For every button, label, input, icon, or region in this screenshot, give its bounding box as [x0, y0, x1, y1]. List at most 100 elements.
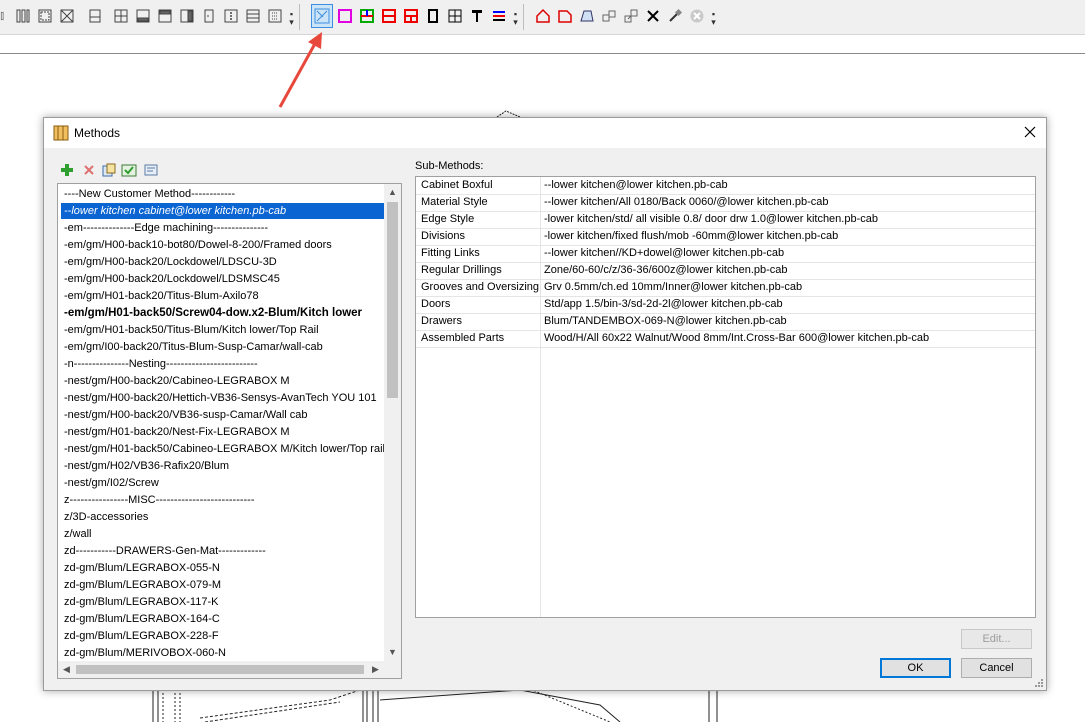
- method-list-item[interactable]: zd-gm/Blum/LEGRABOX-117-K: [61, 594, 385, 610]
- method-list-item[interactable]: -em--------------Edge machining---------…: [61, 220, 385, 236]
- trapezoid-icon[interactable]: [578, 6, 596, 26]
- edit-button[interactable]: Edit...: [961, 629, 1032, 649]
- method-list-item[interactable]: zd-gm/Blum/MERIVOBOX-060-N: [61, 645, 385, 661]
- method-list-item[interactable]: -nest/gm/H01-back50/Cabineo-LEGRABOX M/K…: [61, 441, 385, 457]
- method-list-item[interactable]: -em/gm/H00-back10-bot80/Dowel-8-200/Fram…: [61, 237, 385, 253]
- method-list-item[interactable]: -nest/gm/I02/Screw: [61, 475, 385, 491]
- method-list-item[interactable]: z/wall: [61, 526, 385, 542]
- panel-icon[interactable]: [86, 6, 104, 26]
- scroll-left-icon[interactable]: ◀: [58, 661, 75, 678]
- shape-icon[interactable]: [556, 6, 574, 26]
- edit-method-icon[interactable]: [121, 162, 137, 178]
- method-list-item[interactable]: zd-gm/Blum/LEGRABOX-228-F: [61, 628, 385, 644]
- color-lines-icon[interactable]: [490, 6, 508, 26]
- scroll-up-icon[interactable]: ▲: [384, 184, 401, 201]
- sub-method-row[interactable]: Fitting Links --lower kitchen//KD+dowel@l…: [416, 245, 1035, 263]
- method-list-item[interactable]: -em/gm/I00-back20/Titus-Blum-Susp-Camar/…: [61, 339, 385, 355]
- split-icon[interactable]: [112, 6, 130, 26]
- title-bar[interactable]: Methods: [44, 118, 1046, 148]
- red-quad-icon[interactable]: [402, 6, 420, 26]
- pin-icon[interactable]: [644, 6, 662, 26]
- dots-icon[interactable]: [222, 6, 240, 26]
- method-list-item[interactable]: zd-gm/Blum/LEGRABOX-079-M: [61, 577, 385, 593]
- sub-method-row[interactable]: Doors Std/app 1.5/bin-3/sd-2d-2l@lower ki…: [416, 296, 1035, 314]
- sub-method-name: Doors: [421, 298, 451, 310]
- house-icon[interactable]: [534, 6, 552, 26]
- sub-method-row[interactable]: Divisions -lower kitchen/fixed flush/mob …: [416, 228, 1035, 246]
- properties-method-icon[interactable]: [143, 162, 159, 178]
- method-list-item[interactable]: zd-gm/Blum/LEGRABOX-164-C: [61, 611, 385, 627]
- method-list-item[interactable]: -nest/gm/H01-back20/Nest-Fix-LEGRABOX M: [61, 424, 385, 440]
- screw-icon[interactable]: [468, 6, 486, 26]
- method-list[interactable]: ----New Customer Method------------ --low…: [57, 183, 402, 679]
- vertical-scrollbar[interactable]: ▲ ▼: [384, 184, 401, 661]
- method-list-item[interactable]: z/3D-accessories: [61, 509, 385, 525]
- method-list-item[interactable]: -em/gm/H00-back20/Lockdowel/LDSMSC45: [61, 271, 385, 287]
- close-button[interactable]: [1020, 122, 1040, 142]
- cube-icon[interactable]: [58, 6, 76, 26]
- sub-method-row[interactable]: Assembled Parts Wood/H/All 60x22 Walnut/W…: [416, 330, 1035, 348]
- toolbar-overflow-icon[interactable]: ▪ ▾: [711, 10, 716, 27]
- black-frame-icon[interactable]: [424, 6, 442, 26]
- method-list-item[interactable]: -em/gm/H01-back20/Titus-Blum-Axilo78: [61, 288, 385, 304]
- frame-icon[interactable]: [36, 6, 54, 26]
- scroll-down-icon[interactable]: ▼: [384, 644, 401, 661]
- vertical-bars-icon[interactable]: [14, 6, 32, 26]
- toolbar-overflow-icon[interactable]: ▪ ▾: [513, 10, 518, 27]
- delete-method-icon[interactable]: [81, 162, 97, 178]
- resize-grip-icon[interactable]: [1034, 678, 1044, 688]
- sub-method-name: Material Style: [421, 196, 488, 208]
- sub-methods-table[interactable]: Cabinet Boxful --lower kitchen@lower kitc…: [415, 176, 1036, 618]
- sub-method-row[interactable]: Edge Style -lower kitchen/std/ all visibl…: [416, 211, 1035, 229]
- copy-method-icon[interactable]: [101, 162, 117, 178]
- top-shelf-icon[interactable]: [156, 6, 174, 26]
- rgb-square-icon[interactable]: [358, 6, 376, 26]
- hardware-icon[interactable]: [446, 6, 464, 26]
- horizontal-scrollbar[interactable]: ◀ ▶: [58, 661, 401, 678]
- rails-icon[interactable]: [266, 6, 284, 26]
- copy-shape-icon[interactable]: [622, 6, 640, 26]
- method-list-item[interactable]: -nest/gm/H00-back20/Cabineo-LEGRABOX M: [61, 373, 385, 389]
- method-list-item[interactable]: zd-gm/Blum/LEGRABOX-055-N: [61, 560, 385, 576]
- sub-method-value: Grv 0.5mm/ch.ed 10mm/Inner@lower kitchen…: [544, 281, 803, 293]
- close-circle-icon[interactable]: [688, 6, 706, 26]
- magenta-square-icon[interactable]: [336, 6, 354, 26]
- add-method-icon[interactable]: [59, 162, 75, 178]
- toolbar-separator: [299, 4, 300, 30]
- method-list-item[interactable]: zd-----------DRAWERS-Gen-Mat------------…: [61, 543, 385, 559]
- scroll-thumb[interactable]: [76, 665, 364, 674]
- brush-icon[interactable]: [666, 6, 684, 26]
- sub-method-row[interactable]: Drawers Blum/TANDEMBOX-069-N@lower kitche…: [416, 313, 1035, 331]
- method-list-item[interactable]: -nest/gm/H00-back20/VB36-susp-Camar/Wall…: [61, 407, 385, 423]
- method-list-item[interactable]: -em/gm/H01-back50/Screw04-dow.x2-Blum/Ki…: [61, 305, 385, 321]
- scroll-thumb[interactable]: [387, 202, 398, 398]
- sub-method-row[interactable]: Cabinet Boxful --lower kitchen@lower kitc…: [416, 177, 1035, 195]
- method-list-item[interactable]: -nest/gm/H02/VB36-Rafix20/Blum: [61, 458, 385, 474]
- method-list-item[interactable]: --lower kitchen cabinet@lower kitchen.pb…: [60, 202, 386, 220]
- method-list-item[interactable]: ----New Customer Method------------: [61, 186, 385, 202]
- methods-app-icon: [53, 125, 69, 141]
- sub-method-row[interactable]: Material Style --lower kitchen/All 0180/B…: [416, 194, 1035, 212]
- drawer-icon[interactable]: [244, 6, 262, 26]
- toolbar-edge: [0, 6, 10, 26]
- method-list-item[interactable]: -em/gm/H01-back50/Titus-Blum/Kitch lower…: [61, 322, 385, 338]
- toolbar-overflow-icon[interactable]: ▪ ▾: [289, 10, 294, 27]
- sub-method-name: Drawers: [421, 315, 462, 327]
- methods-tool-icon[interactable]: [311, 4, 333, 28]
- sub-method-row[interactable]: Grooves and Oversizing Grv 0.5mm/ch.ed 10…: [416, 279, 1035, 297]
- method-list-item[interactable]: z----------------MISC-------------------…: [61, 492, 385, 508]
- side-panel-icon[interactable]: [178, 6, 196, 26]
- scroll-right-icon[interactable]: ▶: [367, 661, 384, 678]
- method-list-item[interactable]: -n---------------Nesting----------------…: [61, 356, 385, 372]
- method-list-item[interactable]: -nest/gm/H00-back20/Hettich-VB36-Sensys-…: [61, 390, 385, 406]
- ok-button[interactable]: OK: [880, 658, 951, 678]
- sub-method-row[interactable]: Regular Drillings Zone/60-60/c/z/36-36/60…: [416, 262, 1035, 280]
- stack-icon[interactable]: [600, 6, 618, 26]
- bottom-shelf-icon[interactable]: [134, 6, 152, 26]
- sub-method-value: --lower kitchen//KD+dowel@lower kitchen.…: [544, 247, 785, 259]
- sub-method-value: Blum/TANDEMBOX-069-N@lower kitchen.pb-ca…: [544, 315, 787, 327]
- red-split-icon[interactable]: [380, 6, 398, 26]
- cancel-button[interactable]: Cancel: [961, 658, 1032, 678]
- door-icon[interactable]: [200, 6, 218, 26]
- method-list-item[interactable]: -em/gm/H00-back20/Lockdowel/LDSCU-3D: [61, 254, 385, 270]
